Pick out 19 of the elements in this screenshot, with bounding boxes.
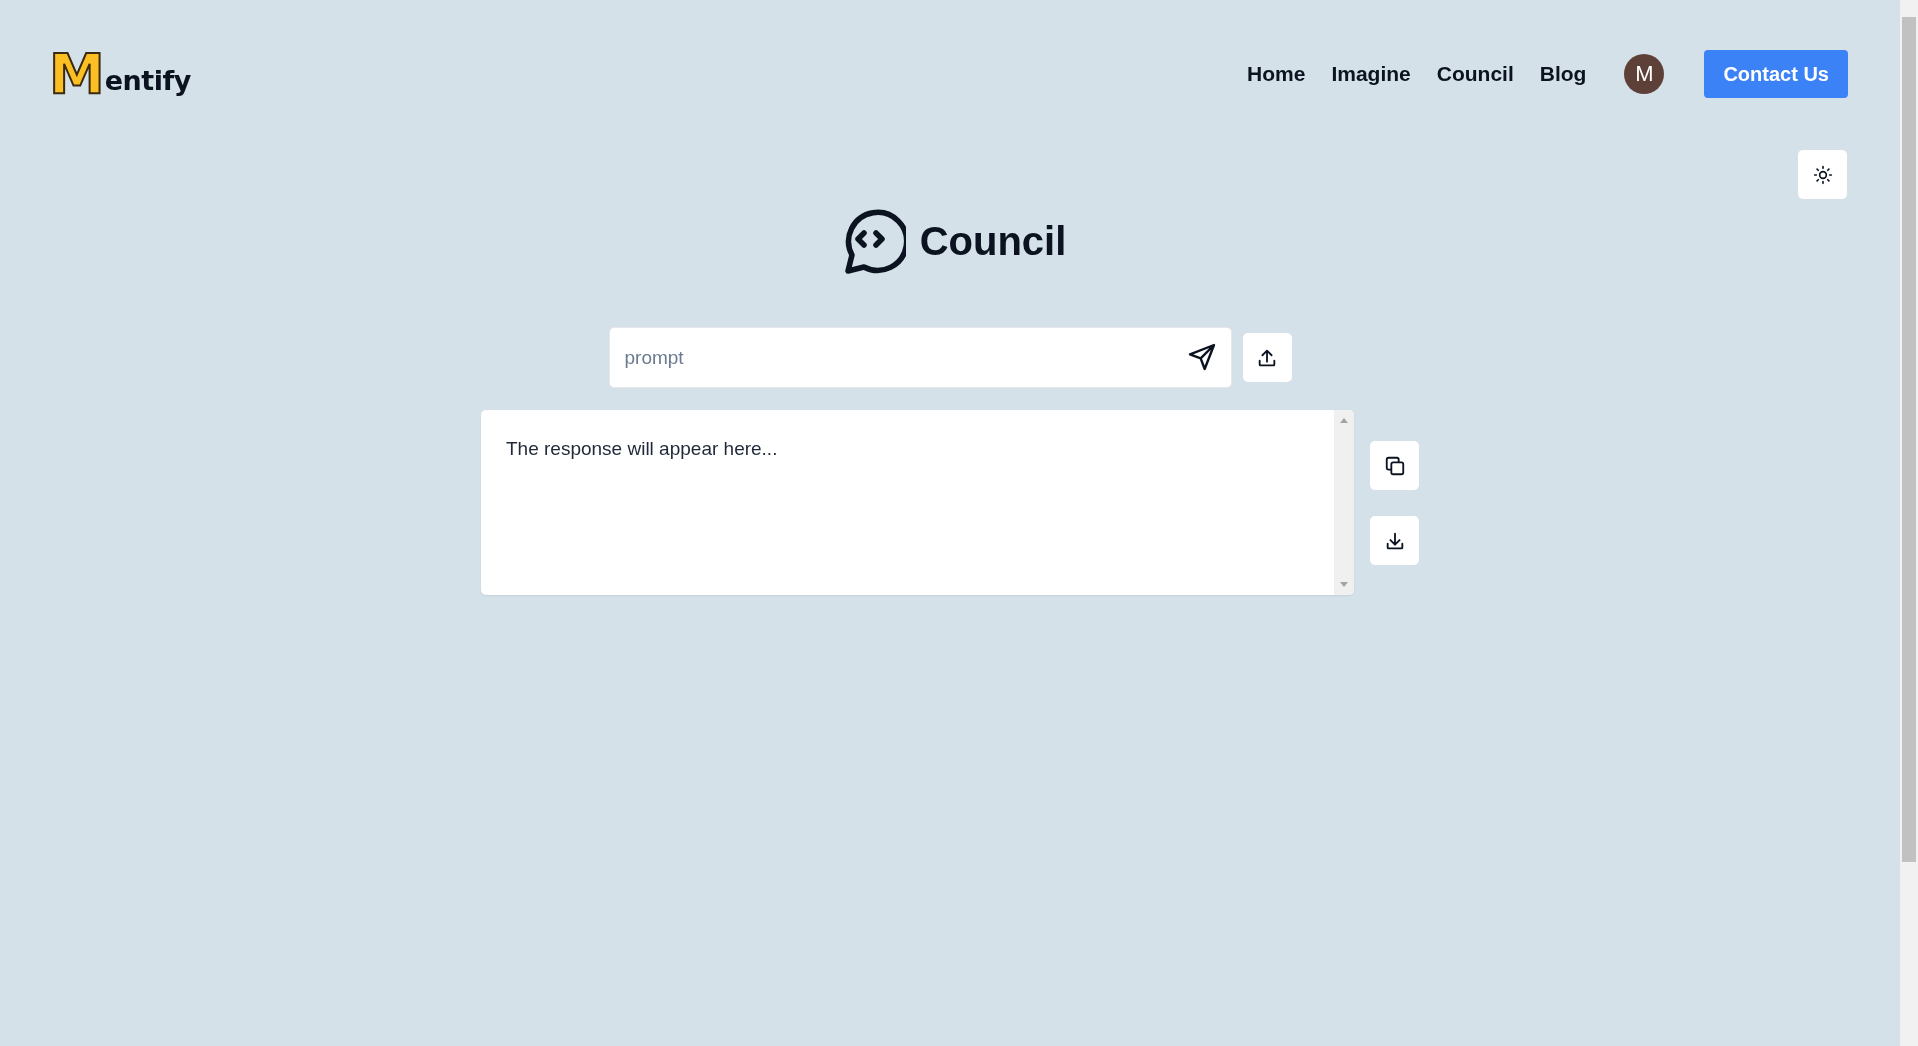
theme-toggle-button[interactable] bbox=[1798, 150, 1847, 199]
download-button[interactable] bbox=[1370, 516, 1419, 565]
response-field[interactable]: The response will appear here... bbox=[481, 410, 1354, 595]
contact-button[interactable]: Contact Us bbox=[1704, 50, 1848, 98]
sun-icon bbox=[1812, 164, 1833, 185]
nav-link[interactable]: Council bbox=[1436, 62, 1514, 86]
nav-link[interactable]: Blog bbox=[1539, 62, 1587, 86]
user-avatar[interactable]: M bbox=[1624, 54, 1665, 94]
nav-link[interactable]: Home bbox=[1247, 62, 1306, 86]
prompt-field[interactable]: prompt bbox=[608, 327, 1232, 388]
page-title: Council bbox=[919, 218, 1067, 264]
logo-link[interactable]: M entify bbox=[49, 50, 191, 98]
copy-icon bbox=[1383, 454, 1406, 477]
page-scrollbar[interactable] bbox=[1900, 0, 1918, 1046]
copy-button[interactable] bbox=[1370, 441, 1419, 490]
response-placeholder: The response will appear here... bbox=[506, 438, 779, 460]
upload-button[interactable] bbox=[1242, 333, 1292, 382]
nav-link[interactable]: Imagine bbox=[1331, 62, 1411, 86]
scrollbar[interactable] bbox=[1334, 410, 1354, 595]
